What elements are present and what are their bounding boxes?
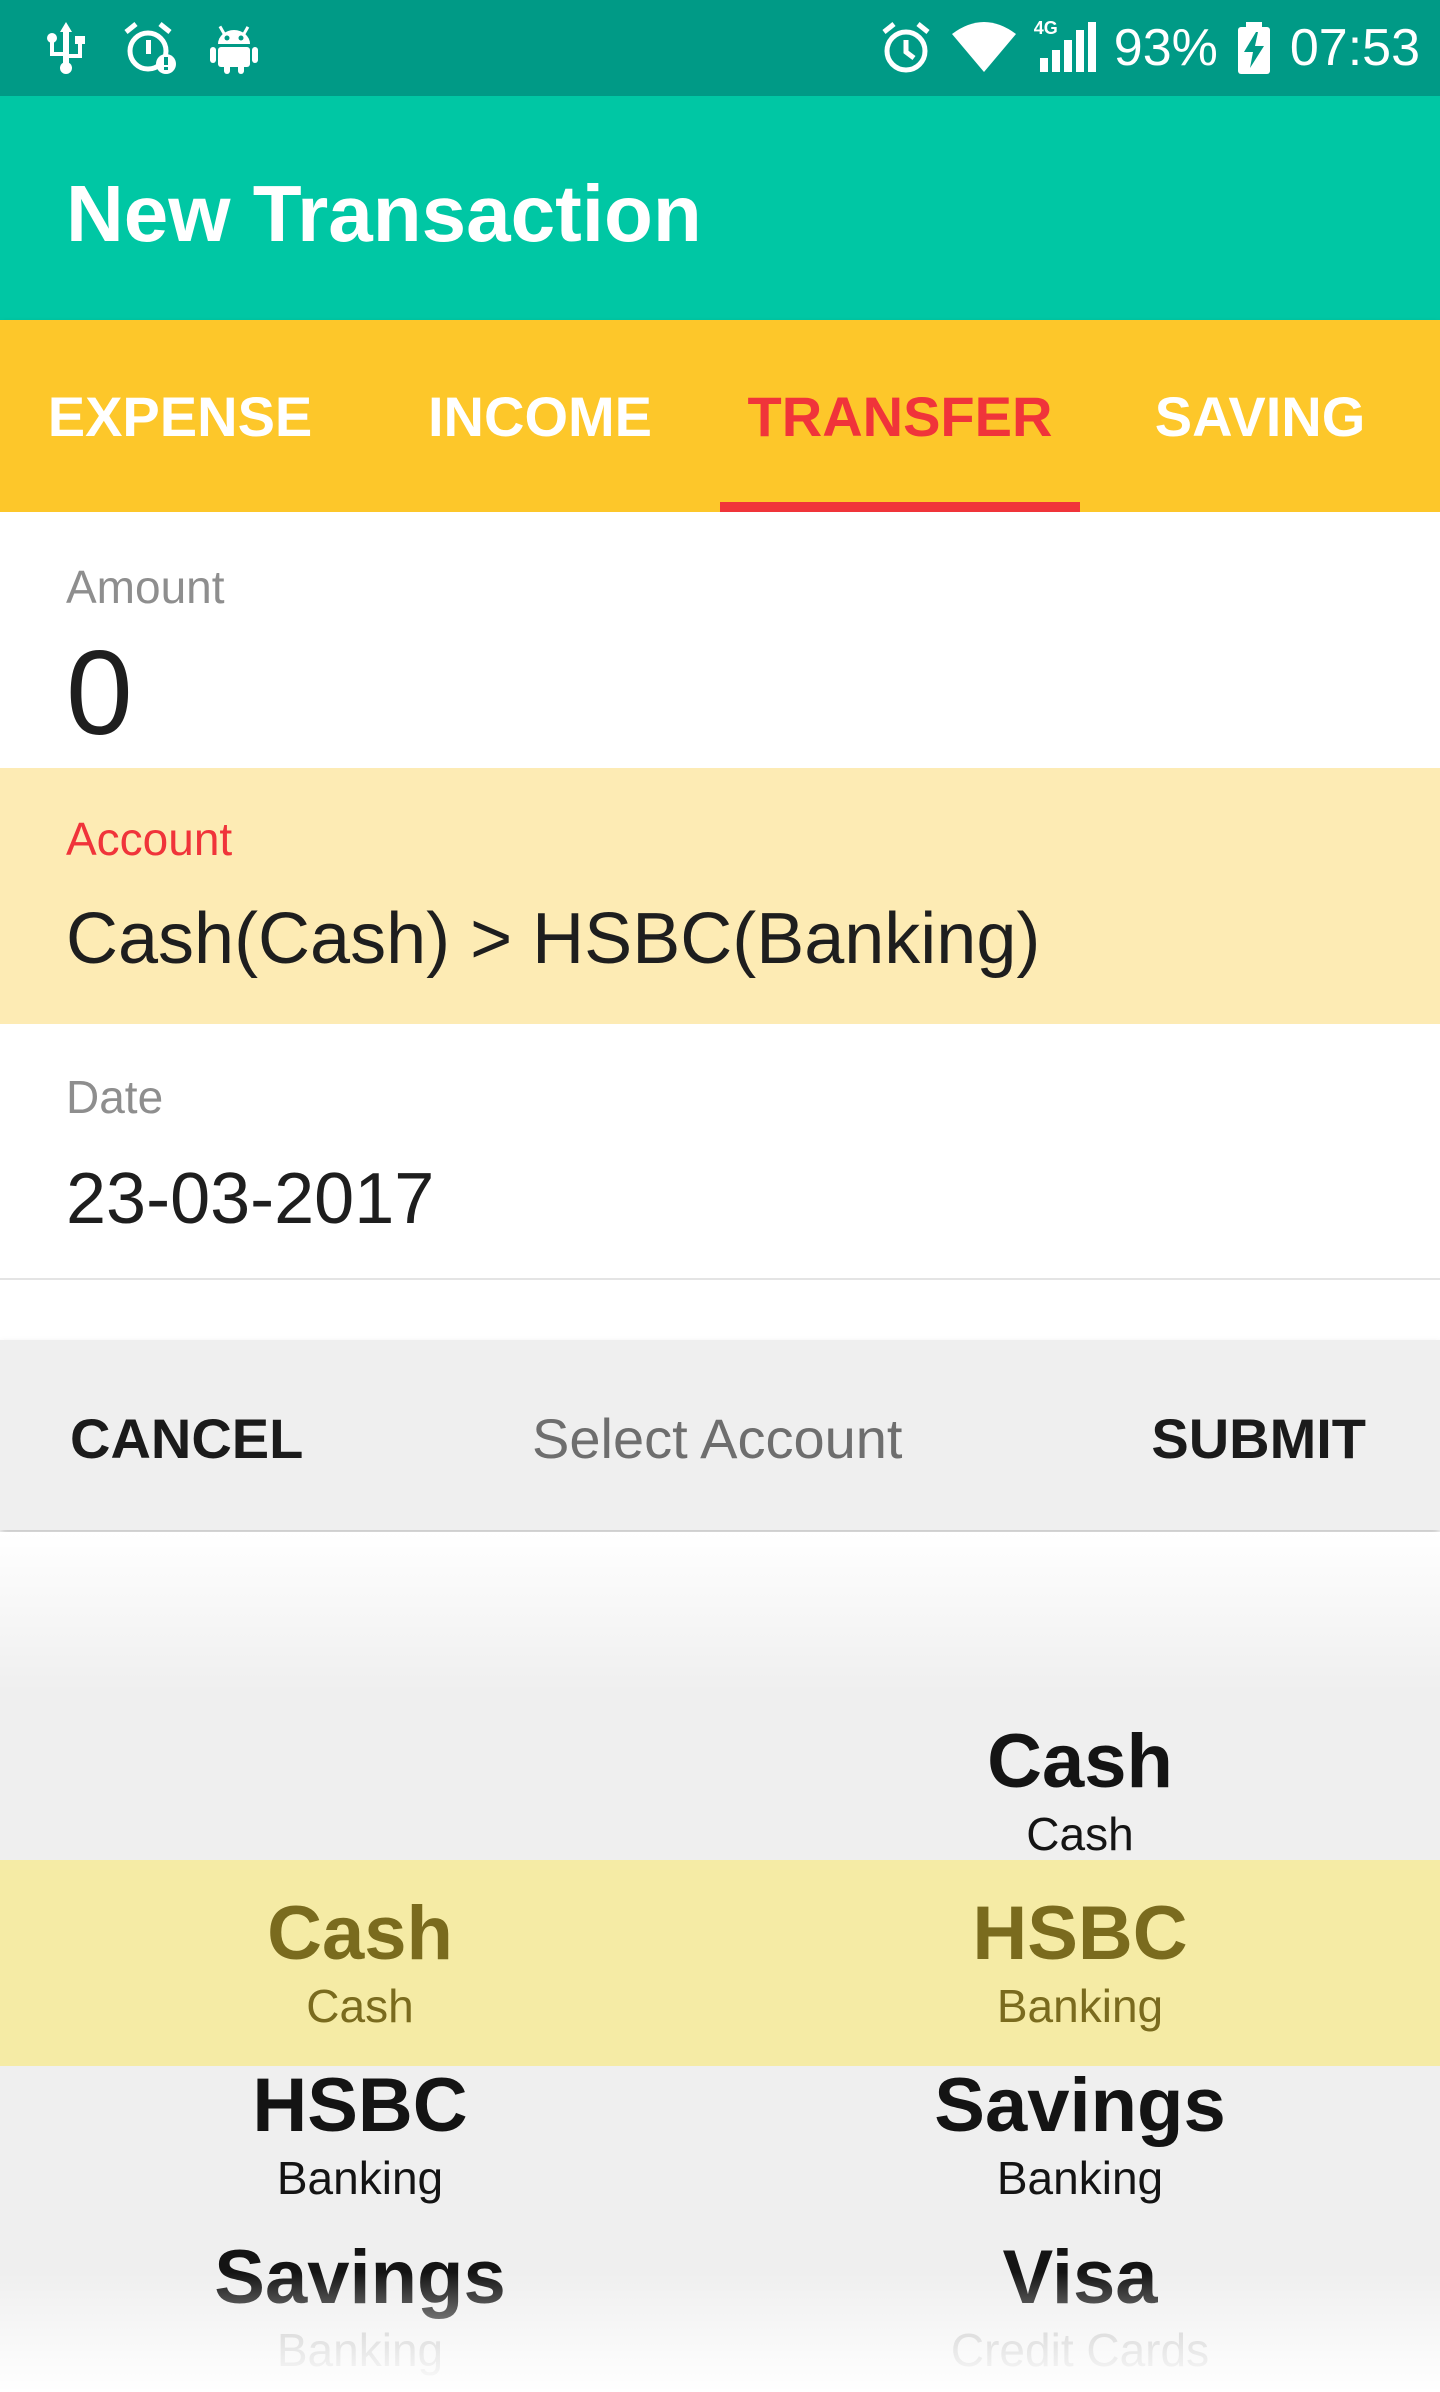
active-tab-indicator bbox=[720, 502, 1080, 512]
alarm-icon bbox=[878, 20, 934, 76]
picker-fade-top bbox=[0, 1532, 1440, 1692]
status-bar-left bbox=[38, 18, 262, 78]
account-value: Cash(Cash) > HSBC(Banking) bbox=[66, 899, 1041, 979]
signal-4g-icon: 4G bbox=[1033, 18, 1098, 76]
cancel-button[interactable]: CANCEL bbox=[70, 1406, 303, 1471]
transaction-type-tabs: EXPENSE INCOME TRANSFER SAVING bbox=[0, 320, 1440, 512]
picker-fade-bottom bbox=[0, 2272, 1440, 2392]
clock: 07:53 bbox=[1289, 19, 1420, 77]
tab-transfer[interactable]: TRANSFER bbox=[720, 320, 1080, 512]
tab-expense[interactable]: EXPENSE bbox=[0, 320, 360, 512]
to-account-type: Banking bbox=[996, 1980, 1164, 2032]
to-account-name: Cash bbox=[987, 1719, 1173, 1804]
from-account-name: Cash bbox=[267, 1891, 453, 1976]
account-picker: Cash Cash HSBC Banking Savings Banking C… bbox=[0, 1532, 1440, 2392]
status-bar-right: 4G 93% 07:53 bbox=[878, 12, 1420, 84]
submit-button[interactable]: SUBMIT bbox=[1151, 1406, 1366, 1471]
battery-percent: 93% bbox=[1113, 19, 1218, 77]
amount-value: 0 bbox=[66, 626, 133, 760]
tab-income[interactable]: INCOME bbox=[360, 320, 720, 512]
date-value: 23-03-2017 bbox=[66, 1159, 435, 1239]
amount-field[interactable]: Amount 0 bbox=[0, 512, 1440, 766]
from-account-option[interactable]: HSBC Banking bbox=[0, 2062, 720, 2234]
network-label: 4G bbox=[1033, 18, 1058, 38]
from-account-option[interactable]: Cash Cash bbox=[0, 1890, 720, 2062]
account-field[interactable]: Account Cash(Cash) > HSBC(Banking) bbox=[0, 768, 1440, 1024]
to-account-type: Cash bbox=[1026, 1808, 1134, 1860]
from-account-type: Banking bbox=[276, 2152, 444, 2204]
to-account-option[interactable]: Cash Cash bbox=[720, 1718, 1440, 1890]
page-title: New Transaction bbox=[66, 169, 702, 258]
wifi-icon bbox=[950, 20, 1018, 76]
tab-saving[interactable]: SAVING bbox=[1080, 320, 1440, 512]
to-account-name: HSBC bbox=[972, 1891, 1188, 1976]
picker-title: Select Account bbox=[532, 1407, 903, 1470]
usb-icon bbox=[38, 20, 94, 76]
to-account-option[interactable]: Savings Banking bbox=[720, 2062, 1440, 2234]
date-label: Date bbox=[66, 1071, 164, 1123]
to-account-option[interactable]: HSBC Banking bbox=[720, 1890, 1440, 2062]
android-icon bbox=[206, 20, 262, 76]
date-field[interactable]: Date 23-03-2017 bbox=[0, 1026, 1440, 1280]
alarm-alert-icon bbox=[122, 20, 178, 76]
from-account-type: Cash bbox=[306, 1980, 414, 2032]
to-account-name: Savings bbox=[934, 2063, 1226, 2148]
to-account-type: Banking bbox=[996, 2152, 1164, 2204]
account-picker-header: CANCEL Select Account SUBMIT bbox=[0, 1340, 1440, 1530]
battery-charging-icon bbox=[1234, 20, 1274, 76]
from-account-name: HSBC bbox=[252, 2063, 468, 2148]
amount-label: Amount bbox=[66, 561, 225, 613]
status-bar: 4G 93% 07:53 bbox=[0, 0, 1440, 96]
app-bar: New Transaction bbox=[0, 96, 1440, 320]
account-label: Account bbox=[66, 813, 233, 865]
